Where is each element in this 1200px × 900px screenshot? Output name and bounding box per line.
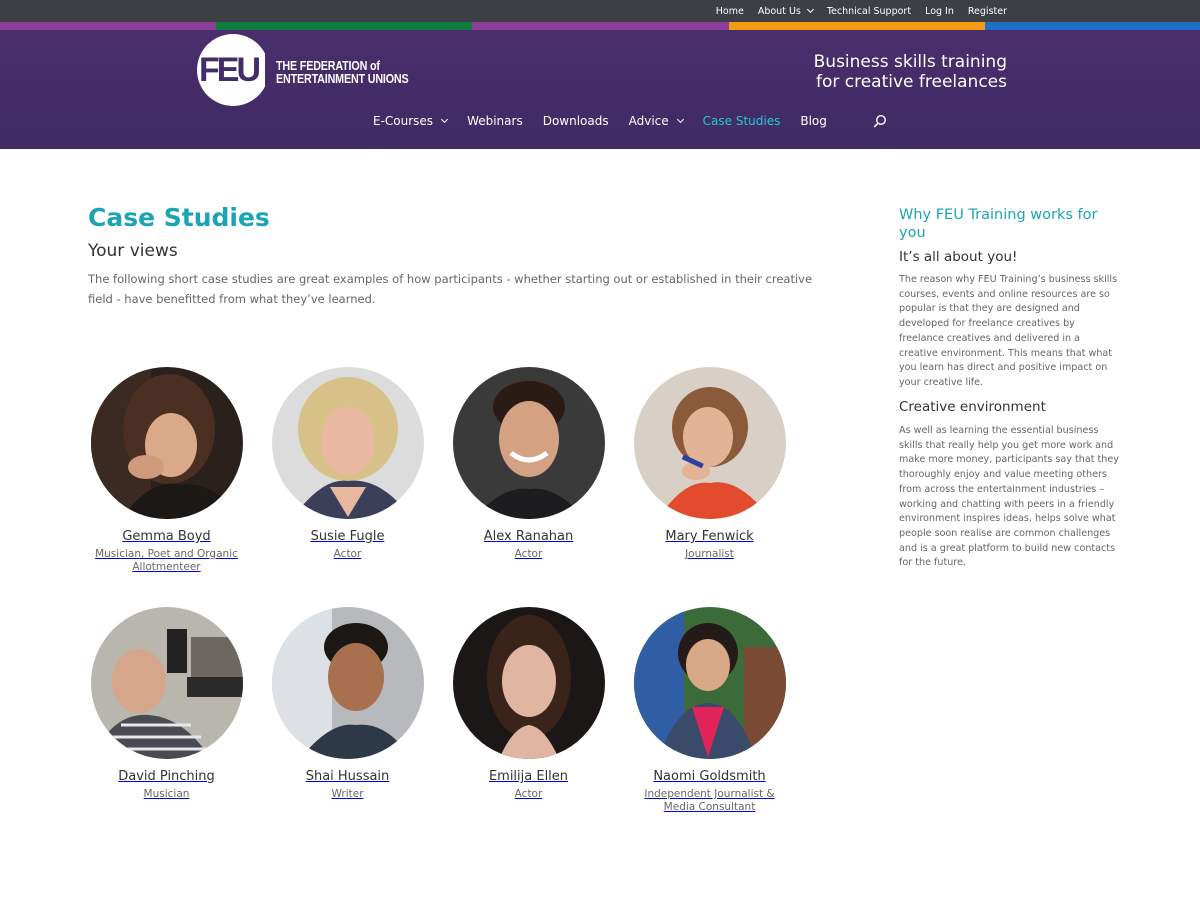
sidebar-paragraph-about-you: The reason why FEU Training’s business s… bbox=[899, 274, 1118, 388]
person-name: Naomi Goldsmith bbox=[653, 769, 766, 784]
person-name: Alex Ranahan bbox=[483, 529, 574, 544]
nav-downloads[interactable]: Downloads bbox=[543, 114, 609, 128]
stripe-blue bbox=[985, 22, 1200, 30]
federation-name: THE FEDERATION of ENTERTAINMENT UNIONS bbox=[276, 60, 409, 86]
person-name: Emilija Ellen bbox=[488, 769, 569, 784]
chevron-down-icon bbox=[806, 5, 814, 14]
nav-downloads-label: Downloads bbox=[542, 114, 609, 128]
stripe-purple bbox=[0, 22, 216, 30]
main-nav: E-Courses Webinars Downloads Advice Case… bbox=[373, 114, 887, 128]
avatar bbox=[90, 607, 243, 759]
person-role: Writer bbox=[331, 788, 364, 800]
case-study-card[interactable]: Emilija Ellen Actor bbox=[450, 607, 607, 801]
page-title: Case Studies bbox=[88, 203, 270, 232]
tagline-line2: for creative freelances bbox=[815, 72, 1007, 92]
top-nav-support-label: Technical Support bbox=[826, 5, 912, 17]
case-study-card[interactable]: Alex Ranahan Actor bbox=[450, 367, 607, 561]
chevron-down-icon bbox=[676, 115, 684, 124]
feu-logo-mark: FEU bbox=[197, 34, 265, 106]
logo-mark-text: FEU bbox=[199, 51, 259, 89]
nav-case-studies-label: Case Studies bbox=[702, 114, 781, 128]
case-study-card[interactable]: Naomi Goldsmith Independent Journalist &… bbox=[631, 607, 788, 813]
top-nav: Home About Us Technical Support Log In R… bbox=[702, 0, 1007, 22]
person-name: Mary Fenwick bbox=[665, 529, 754, 544]
top-bar: Home About Us Technical Support Log In R… bbox=[0, 0, 1200, 22]
color-stripes bbox=[0, 22, 1200, 30]
avatar bbox=[271, 367, 424, 519]
avatar bbox=[452, 367, 605, 519]
nav-webinars[interactable]: Webinars bbox=[467, 114, 523, 128]
person-name: David Pinching bbox=[118, 769, 215, 784]
case-study-card[interactable]: Gemma Boyd Musician, Poet and Organic Al… bbox=[88, 367, 245, 573]
person-role: Actor bbox=[514, 788, 543, 800]
top-nav-log-in[interactable]: Log In bbox=[925, 6, 954, 17]
nav-case-studies[interactable]: Case Studies bbox=[703, 114, 781, 128]
intro-text: The following short case studies are gre… bbox=[88, 272, 813, 306]
nav-e-courses-label: E-Courses bbox=[373, 114, 434, 128]
avatar bbox=[633, 607, 786, 759]
sidebar-title: Why FEU Training works for you bbox=[899, 207, 1098, 241]
person-name: Shai Hussain bbox=[305, 769, 390, 784]
stripe-orange bbox=[729, 22, 985, 30]
case-study-card[interactable]: Susie Fugle Actor bbox=[269, 367, 426, 561]
feu-logo[interactable]: FEU THE FEDERATION of ENTERTAINMENT UNIO… bbox=[197, 34, 409, 108]
person-role: Independent Journalist & Media Consultan… bbox=[644, 788, 775, 813]
sidebar-paragraph-creative-environment: As well as learning the essential busine… bbox=[899, 425, 1119, 569]
page-subtitle: Your views bbox=[88, 241, 178, 261]
top-nav-register[interactable]: Register bbox=[968, 6, 1007, 17]
person-role: Actor bbox=[333, 548, 362, 560]
top-nav-home[interactable]: Home bbox=[716, 6, 744, 17]
top-nav-home-label: Home bbox=[715, 5, 744, 17]
chevron-down-icon bbox=[441, 115, 449, 124]
site-tagline: Business skills training for creative fr… bbox=[814, 52, 1007, 92]
case-study-card[interactable]: Mary Fenwick Journalist bbox=[631, 367, 788, 561]
nav-e-courses[interactable]: E-Courses bbox=[373, 114, 449, 128]
avatar bbox=[271, 607, 424, 759]
nav-advice[interactable]: Advice bbox=[628, 114, 684, 128]
top-nav-register-label: Register bbox=[967, 5, 1007, 17]
avatar bbox=[90, 367, 243, 519]
sidebar-heading-about-you: It’s all about you! bbox=[899, 249, 1018, 265]
nav-advice-label: Advice bbox=[628, 114, 669, 128]
nav-blog-label: Blog bbox=[800, 114, 827, 128]
person-role: Musician, Poet and Organic Allotmenteer bbox=[95, 548, 238, 573]
site-header: FEU THE FEDERATION of ENTERTAINMENT UNIO… bbox=[0, 30, 1200, 149]
top-nav-about-label: About Us bbox=[757, 5, 801, 17]
nav-webinars-label: Webinars bbox=[467, 114, 523, 128]
tagline-line1: Business skills training bbox=[813, 52, 1007, 72]
nav-blog[interactable]: Blog bbox=[800, 114, 827, 128]
sidebar-heading-creative-environment: Creative environment bbox=[899, 399, 1046, 415]
top-nav-login-label: Log In bbox=[925, 5, 954, 17]
person-name: Gemma Boyd bbox=[122, 529, 211, 544]
top-nav-about-us[interactable]: About Us bbox=[757, 5, 814, 17]
avatar bbox=[452, 607, 605, 759]
avatar bbox=[633, 367, 786, 519]
case-study-card[interactable]: David Pinching Musician bbox=[88, 607, 245, 801]
person-role: Actor bbox=[514, 548, 543, 560]
federation-name-line2: ENTERTAINMENT UNIONS bbox=[276, 72, 409, 86]
search-icon[interactable] bbox=[873, 114, 887, 128]
case-study-card[interactable]: Shai Hussain Writer bbox=[269, 607, 426, 801]
person-role: Journalist bbox=[685, 548, 734, 560]
person-name: Susie Fugle bbox=[310, 529, 385, 544]
stripe-green bbox=[216, 22, 472, 30]
top-nav-technical-support[interactable]: Technical Support bbox=[827, 6, 911, 17]
stripe-purple-2 bbox=[472, 22, 729, 30]
person-role: Musician bbox=[143, 788, 190, 800]
